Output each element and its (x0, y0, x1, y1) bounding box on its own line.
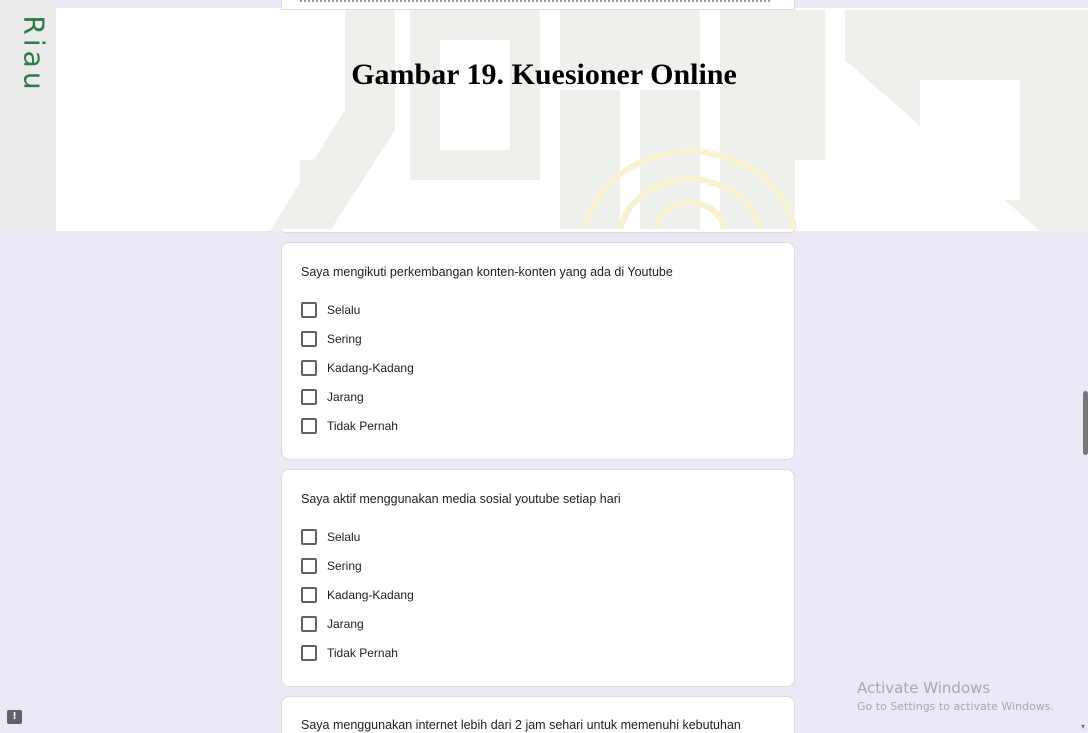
option-sering[interactable]: Sering (301, 330, 362, 348)
university-watermark (270, 10, 1088, 231)
option-label: Selalu (327, 530, 361, 544)
option-label: Selalu (327, 303, 361, 317)
option-selalu[interactable]: Selalu (301, 301, 360, 319)
option-kadang-kadang[interactable]: Kadang-Kadang (301, 586, 414, 604)
question-card-youtube-daily: Saya aktif menggunakan media sosial yout… (281, 469, 795, 687)
option-label: Sering (327, 559, 362, 573)
option-tidak-pernah[interactable]: Tidak Pernah (301, 417, 398, 435)
option-label: Tidak Pernah (327, 646, 398, 660)
activate-windows-watermark: Activate Windows Go to Settings to activ… (857, 679, 1054, 713)
question-card-internet-usage: Saya menggunakan internet lebih dari 2 j… (281, 696, 795, 733)
checkbox-icon[interactable] (301, 418, 317, 434)
scroll-down-arrow-icon[interactable]: ▾ (1081, 723, 1087, 731)
option-label: Sering (327, 332, 362, 346)
option-tidak-pernah[interactable]: Tidak Pernah (301, 644, 398, 662)
option-label: Jarang (327, 390, 364, 404)
document-edge (281, 229, 795, 233)
document-header: Riau Gambar 19. Kuesioner Online (0, 0, 1088, 231)
question-title: Saya aktif menggunakan media sosial yout… (301, 492, 621, 506)
question-title: Saya mengikuti perkembangan konten-konte… (301, 265, 673, 279)
option-sering[interactable]: Sering (301, 557, 362, 575)
option-label: Jarang (327, 617, 364, 631)
activate-windows-subtitle: Go to Settings to activate Windows. (857, 700, 1055, 713)
checkbox-icon[interactable] (301, 587, 317, 603)
report-icon[interactable]: ! (7, 710, 22, 724)
question-card-youtube-content: Saya mengikuti perkembangan konten-konte… (281, 242, 795, 460)
question-title: Saya menggunakan internet lebih dari 2 j… (301, 718, 741, 732)
checkbox-icon[interactable] (301, 529, 317, 545)
activate-windows-title: Activate Windows (857, 679, 991, 697)
option-jarang[interactable]: Jarang (301, 615, 364, 633)
option-label: Tidak Pernah (327, 419, 398, 433)
checkbox-icon[interactable] (301, 645, 317, 661)
figure-caption: Gambar 19. Kuesioner Online (351, 58, 737, 91)
checkbox-icon[interactable] (301, 331, 317, 347)
scrollbar-track[interactable] (1080, 231, 1088, 733)
checkbox-icon[interactable] (301, 302, 317, 318)
checkbox-icon[interactable] (301, 558, 317, 574)
checkbox-icon[interactable] (301, 616, 317, 632)
scrollbar-thumb[interactable] (1083, 391, 1088, 455)
option-selalu[interactable]: Selalu (301, 528, 360, 546)
checkbox-icon[interactable] (301, 389, 317, 405)
option-kadang-kadang[interactable]: Kadang-Kadang (301, 359, 414, 377)
option-jarang[interactable]: Jarang (301, 388, 364, 406)
option-label: Kadang-Kadang (327, 588, 414, 602)
option-label: Kadang-Kadang (327, 361, 414, 375)
checkbox-icon[interactable] (301, 360, 317, 376)
